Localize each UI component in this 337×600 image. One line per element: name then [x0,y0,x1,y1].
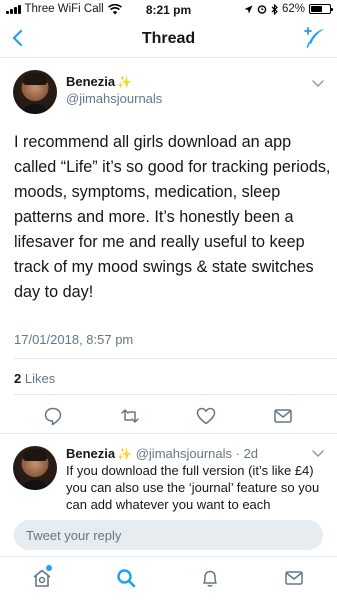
author-handle[interactable]: @jimahsjournals [66,91,162,106]
battery-icon [309,4,333,14]
battery-fill [311,6,322,12]
reply-input[interactable]: Tweet your reply [14,520,323,550]
search-icon[interactable] [115,567,137,589]
avatar[interactable] [13,70,57,114]
heart-icon[interactable] [195,405,217,427]
reply-age: · 2d [235,446,259,461]
reply-header: Benezia ✨ @jimahsjournals · 2d [66,446,258,461]
location-icon [244,5,253,13]
divider [14,358,337,359]
divider [14,394,337,395]
notification-dot [46,565,52,571]
alarm-icon [257,5,267,14]
tab-bar [0,556,337,600]
avatar[interactable] [13,446,57,490]
battery-percent: 62% [281,3,305,15]
bluetooth-icon [271,3,278,15]
reply-icon[interactable] [42,405,64,427]
likes-count[interactable]: 2 Likes [14,371,55,386]
bell-icon[interactable] [199,567,221,589]
chevron-down-icon[interactable] [311,448,325,458]
page-title: Thread [141,30,196,47]
likes-label: Likes [24,371,56,386]
status-bar: Three WiFi Call 8:21 pm 62% [0,0,337,20]
sparkle-icon: ✨ [117,75,133,89]
chevron-down-icon[interactable] [311,78,325,88]
tweet-timestamp: 17/01/2018, 8:57 pm [14,332,134,347]
nav-bar: Thread [0,20,337,58]
compose-icon[interactable] [303,26,327,50]
retweet-icon[interactable] [119,405,141,427]
reply-composer: Tweet your reply [0,516,337,556]
envelope-icon[interactable] [272,405,294,427]
reply-text: If you download the full version (it’s l… [66,463,320,512]
tweet-actions [0,401,337,431]
author-name[interactable]: Benezia ✨ [66,74,132,89]
reply-tweet[interactable]: Benezia ✨ @jimahsjournals · 2d If you dow… [0,433,337,512]
status-icons: 62% [244,3,333,15]
sparkle-icon: ✨ [117,447,133,461]
author-display-name: Benezia [66,74,116,89]
reply-author-handle[interactable]: @jimahsjournals [136,446,232,461]
likes-number: 2 [14,371,22,386]
envelope-icon[interactable] [283,567,305,589]
tweet-text: I recommend all girls download an app ca… [14,133,331,301]
reply-author-name[interactable]: Benezia [66,446,115,461]
